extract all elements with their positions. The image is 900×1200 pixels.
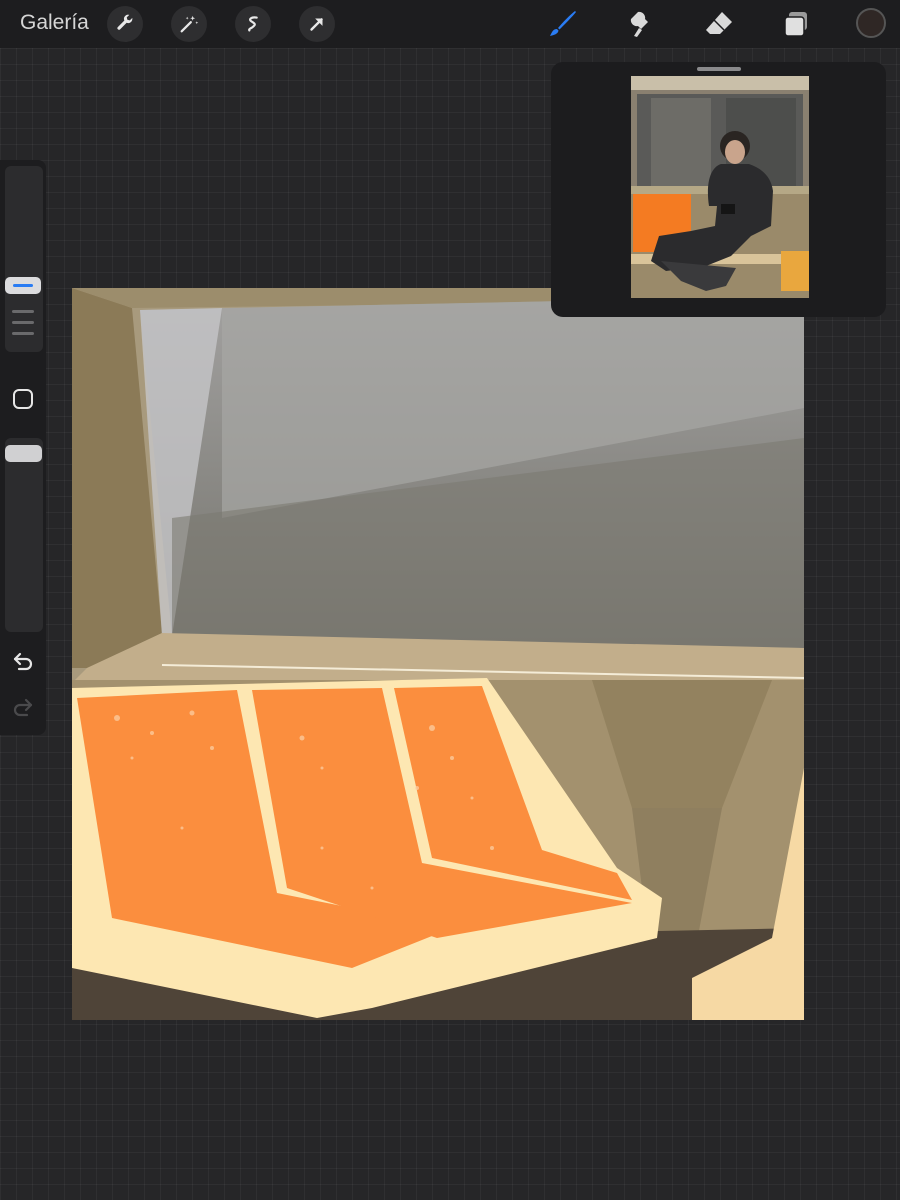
size-lines-icon (12, 310, 34, 335)
reference-drag-handle[interactable] (697, 67, 741, 71)
smudge-icon[interactable] (624, 8, 656, 40)
gallery-button[interactable]: Galería (20, 11, 89, 35)
transform-button[interactable] (299, 6, 335, 42)
reference-photo (631, 76, 809, 298)
color-picker-swatch[interactable] (856, 8, 886, 38)
top-toolbar: Galería (0, 0, 900, 48)
actions-button[interactable] (107, 6, 143, 42)
left-sidebar (0, 160, 46, 735)
wrench-icon (117, 14, 133, 30)
magic-wand-icon (180, 15, 199, 33)
reference-panel[interactable] (551, 62, 886, 317)
layers-icon[interactable] (780, 8, 812, 40)
selection-button[interactable] (235, 6, 271, 42)
opacity-handle[interactable] (5, 445, 42, 462)
adjustments-button[interactable] (171, 6, 207, 42)
modify-square-icon[interactable] (11, 387, 35, 411)
brush-icon[interactable] (546, 8, 578, 40)
drawing-canvas[interactable] (72, 288, 804, 1020)
selection-icon (248, 16, 258, 32)
transform-arrow-icon (310, 18, 323, 31)
eraser-icon[interactable] (703, 8, 735, 40)
opacity-slider[interactable] (5, 438, 43, 632)
canvas-artwork (72, 288, 804, 1020)
undo-icon[interactable] (11, 649, 35, 673)
subway-photo (631, 76, 809, 298)
redo-icon[interactable] (11, 695, 35, 719)
brush-size-handle[interactable] (5, 277, 41, 294)
